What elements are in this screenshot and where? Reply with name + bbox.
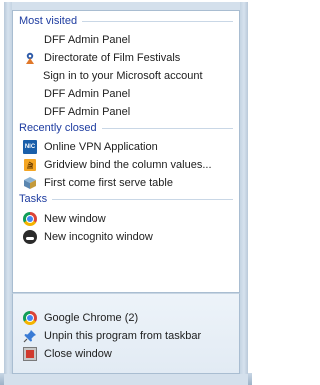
item-label: Google Chrome (2) (44, 312, 139, 324)
stackoverflow-icon (23, 158, 37, 172)
item-label: Online VPN Application (44, 141, 158, 153)
incognito-icon (23, 230, 37, 244)
frame-bottom (4, 374, 248, 385)
section-header-label: Tasks (19, 193, 48, 205)
section-divider (82, 20, 233, 22)
item-label: Sign in to your Microsoft account (43, 70, 203, 82)
section-header-most-visited: Most visited (19, 14, 233, 28)
task-new-incognito-window[interactable]: New incognito window (14, 228, 238, 246)
app-actions-panel: Google Chrome (2) Unpin this program fro… (12, 293, 240, 374)
jump-list: Most visited DFF Admin Panel Directorate… (4, 2, 248, 385)
jump-list-body: Most visited DFF Admin Panel Directorate… (12, 10, 240, 293)
recently-closed-item[interactable]: NIC Online VPN Application (14, 138, 238, 156)
section-header-label: Most visited (19, 15, 78, 27)
item-label: First come first serve table (44, 177, 173, 189)
item-label: Unpin this program from taskbar (44, 330, 202, 342)
most-visited-item[interactable]: DFF Admin Panel (14, 85, 238, 103)
frame-left (4, 2, 12, 385)
unpin-icon (23, 329, 37, 343)
app-action-unpin[interactable]: Unpin this program from taskbar (14, 327, 238, 345)
section-divider (101, 127, 233, 129)
recently-closed-item[interactable]: Gridview bind the column values... (14, 156, 238, 174)
microsoft-logo-icon (23, 70, 36, 83)
nic-logo-icon: NIC (23, 140, 37, 154)
app-action-open-chrome[interactable]: Google Chrome (2) (14, 309, 238, 327)
item-label: DFF Admin Panel (44, 88, 131, 100)
task-new-window[interactable]: New window (14, 210, 238, 228)
recently-closed-item[interactable]: First come first serve table (14, 174, 238, 192)
item-label: DFF Admin Panel (44, 106, 131, 118)
close-window-icon (23, 347, 37, 361)
chrome-icon (23, 311, 37, 325)
item-label: Close window (44, 348, 112, 360)
item-label: Gridview bind the column values... (44, 159, 212, 171)
most-visited-item[interactable]: DFF Admin Panel (14, 31, 238, 49)
festival-logo-icon (23, 51, 37, 65)
app-action-close-window[interactable]: Close window (14, 345, 238, 363)
frame-top (4, 2, 248, 10)
section-header-recently-closed: Recently closed (19, 121, 233, 135)
section-header-tasks: Tasks (19, 192, 233, 206)
item-label: Directorate of Film Festivals (44, 52, 181, 64)
most-visited-item[interactable]: DFF Admin Panel (14, 103, 238, 121)
most-visited-item[interactable]: Sign in to your Microsoft account (14, 67, 238, 85)
item-label: New incognito window (44, 231, 153, 243)
frame-right (240, 2, 248, 385)
section-divider (52, 198, 233, 200)
chrome-icon (23, 212, 37, 226)
item-label: DFF Admin Panel (44, 34, 131, 46)
item-label: New window (44, 213, 106, 225)
table-icon (23, 176, 37, 190)
most-visited-item[interactable]: Directorate of Film Festivals (14, 49, 238, 67)
section-header-label: Recently closed (19, 122, 97, 134)
